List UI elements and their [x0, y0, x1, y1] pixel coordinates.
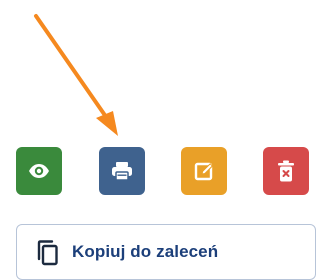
trash-icon — [278, 160, 294, 182]
eye-icon — [29, 164, 49, 178]
print-button[interactable] — [99, 147, 145, 195]
view-button[interactable] — [16, 147, 62, 195]
delete-button[interactable] — [263, 147, 309, 195]
copy-icon — [36, 240, 58, 266]
copy-to-recommendations-button[interactable]: Kopiuj do zaleceń — [16, 224, 316, 280]
edit-button[interactable] — [181, 147, 227, 195]
edit-icon — [194, 162, 214, 181]
copy-button-label: Kopiuj do zaleceń — [72, 242, 219, 261]
printer-icon — [112, 162, 132, 181]
